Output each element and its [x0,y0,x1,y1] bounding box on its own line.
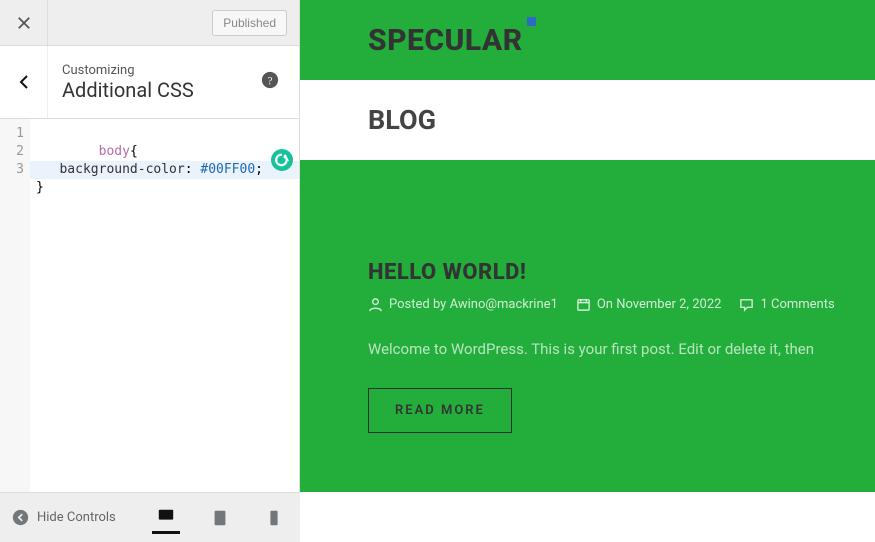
post-meta: Posted by Awino@mackrine1 On November 2,… [368,297,875,312]
customizer-footer: Hide Controls [0,492,300,542]
help-button[interactable]: ? [261,71,289,93]
chevron-left-icon [16,74,32,90]
site-header: SPECULAR [300,0,875,80]
css-editor[interactable]: 1 2 3 body{ background-color: #00FF00;} [0,119,299,492]
grammarly-icon[interactable] [271,149,293,171]
section-titles: Customizing Additional CSS [48,63,261,102]
customizer-sidebar: Published Customizing Additional CSS ? 1… [0,0,300,492]
publish-cell: Published [48,0,299,45]
line-number: 2 [0,143,24,161]
read-more-button[interactable]: READ MORE [368,388,512,433]
post-title[interactable]: HELLO WORLD! [368,260,875,285]
code-line: } [36,180,44,195]
code-line: background-color: #00FF00; [30,161,299,179]
back-button[interactable] [0,46,48,118]
page-title-bar: BLOG [300,80,875,160]
post-excerpt: Welcome to WordPress. This is your first… [368,340,875,358]
meta-comments[interactable]: 1 Comments [739,297,834,312]
device-tablet-button[interactable] [206,502,234,534]
post: HELLO WORLD! Posted by Awino@mackrine1 O… [300,160,875,492]
hide-controls-button[interactable]: Hide Controls [0,509,140,526]
section-header: Customizing Additional CSS ? [0,46,299,119]
line-gutter: 1 2 3 [0,119,30,492]
line-number: 3 [0,161,24,179]
meta-date[interactable]: On November 2, 2022 [576,297,722,312]
mobile-icon [265,509,283,527]
device-buttons [140,502,300,534]
tablet-icon [211,509,229,527]
device-desktop-button[interactable] [152,502,180,534]
desktop-icon [157,507,175,525]
published-button[interactable]: Published [212,10,287,36]
device-mobile-button[interactable] [260,502,288,534]
help-icon: ? [261,71,279,89]
brand-badge-icon [527,17,536,26]
code-line: body{ [99,144,138,159]
user-icon [368,297,383,312]
meta-author[interactable]: Posted by Awino@mackrine1 [368,297,558,312]
svg-text:?: ? [267,75,272,88]
code-content[interactable]: body{ background-color: #00FF00;} [30,119,299,492]
section-title: Additional CSS [62,78,261,102]
close-icon [17,16,31,30]
page-title: BLOG [368,104,436,136]
line-number: 1 [0,125,24,143]
calendar-icon [576,297,591,312]
site-preview: SPECULAR BLOG HELLO WORLD! Posted by Awi… [300,0,875,492]
comment-icon [739,297,754,312]
close-button[interactable] [0,0,48,45]
hide-controls-label: Hide Controls [37,510,116,525]
site-brand[interactable]: SPECULAR [368,23,523,58]
section-subtitle: Customizing [62,63,261,78]
customizer-topbar: Published [0,0,299,46]
collapse-icon [12,509,29,526]
